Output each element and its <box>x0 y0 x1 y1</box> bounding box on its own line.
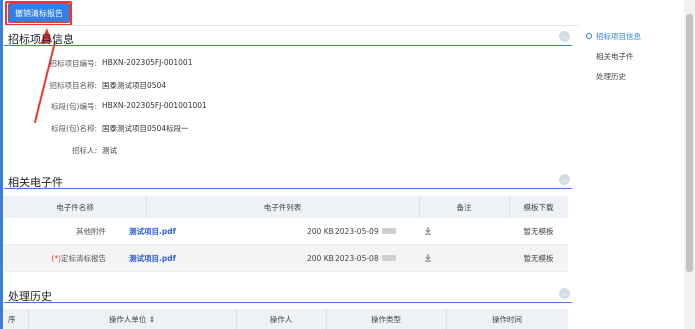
info-label: 招标项目名称: <box>49 81 97 90</box>
table-row: (*) 定标清标报告 测试项目.pdf 200 KB 2023-05-08 暂无模… <box>4 245 568 272</box>
chevron-up-icon[interactable]: ︿ <box>559 288 570 299</box>
info-row-tenderer: 招标人: 测试 <box>0 145 500 159</box>
info-row-section-name: 标段(包)名称: 国泰测试项目0504标段一 <box>0 123 500 137</box>
info-label: 标段(包)名称: <box>51 124 97 133</box>
column-header: 模板下载 <box>523 202 554 212</box>
column-header: 操作人 <box>269 314 293 324</box>
column-header: 操作类型 <box>371 314 401 324</box>
info-value: 测试 <box>102 146 117 155</box>
info-row-section-code: 标段(包)编号: HBXN-202305FJ-001001001 <box>0 101 500 115</box>
file-link[interactable]: 测试项目.pdf <box>129 218 176 244</box>
file-size: 200 KB <box>307 226 334 236</box>
info-value: HBXN-202305FJ-001001 <box>102 58 193 67</box>
file-size: 200 KB <box>307 253 334 263</box>
efile-name: 其他附件 <box>76 226 106 236</box>
section-divider <box>4 188 572 189</box>
column-header: 序 <box>8 314 16 324</box>
column-header: 操作时间 <box>492 314 522 324</box>
column-header: 备注 <box>456 202 472 212</box>
nav-item-e-files[interactable]: 相关电子件 <box>596 51 634 62</box>
section-divider <box>4 45 572 46</box>
column-header-sortable[interactable]: 操作人单位 ⇕ <box>28 309 236 329</box>
table-row: 其他附件 测试项目.pdf 200 KB 2023-05-09 暂无模板 <box>4 218 568 245</box>
download-icon[interactable] <box>422 245 434 271</box>
table-header: 电子件名称 电子件列表 备注 模板下载 <box>4 196 568 218</box>
file-date: 2023-05-09 <box>335 218 396 244</box>
info-row-project-code: 招标项目编号: HBXN-202305FJ-001001 <box>0 58 500 72</box>
file-date: 2023-05-08 <box>335 245 396 271</box>
info-label: 标段(包)编号: <box>51 102 97 111</box>
history-table: 序 操作人单位 ⇕ 操作人 操作类型 操作时间 <box>4 309 568 329</box>
nav-item-history[interactable]: 处理历史 <box>596 71 626 82</box>
info-value: 国泰测试项目0504 <box>102 81 167 90</box>
column-header: 电子件名称 <box>56 202 94 212</box>
efile-name: (*) 定标清标报告 <box>51 253 106 263</box>
nav-active-dot-icon <box>586 33 592 39</box>
file-link[interactable]: 测试项目.pdf <box>129 245 176 271</box>
info-row-project-name: 招标项目名称: 国泰测试项目0504 <box>0 80 500 94</box>
template-status: 暂无模板 <box>523 253 554 263</box>
table-header: 序 操作人单位 ⇕ 操作人 操作类型 操作时间 <box>4 309 568 329</box>
e-files-table: 电子件名称 电子件列表 备注 模板下载 其他附件 测试项目.pdf 200 KB… <box>4 196 568 272</box>
info-label: 招标人: <box>71 146 97 155</box>
chevron-up-icon[interactable]: ︿ <box>559 31 570 42</box>
revoke-report-button[interactable]: 撤销清标报告 <box>8 3 70 23</box>
template-status: 暂无模板 <box>523 226 554 236</box>
section-divider <box>4 302 572 303</box>
left-accent-bar <box>0 0 3 329</box>
toolbar-divider <box>4 25 579 26</box>
download-icon[interactable] <box>422 218 434 244</box>
info-label: 招标项目编号: <box>49 59 97 68</box>
nav-item-project-info[interactable]: 招标项目信息 <box>596 31 641 42</box>
chevron-up-icon[interactable]: ︿ <box>559 174 570 185</box>
column-header: 电子件列表 <box>263 202 302 212</box>
info-value: HBXN-202305FJ-001001001 <box>102 101 207 110</box>
info-value: 国泰测试项目0504标段一 <box>102 124 189 133</box>
scrollbar-thumb[interactable] <box>686 14 693 272</box>
